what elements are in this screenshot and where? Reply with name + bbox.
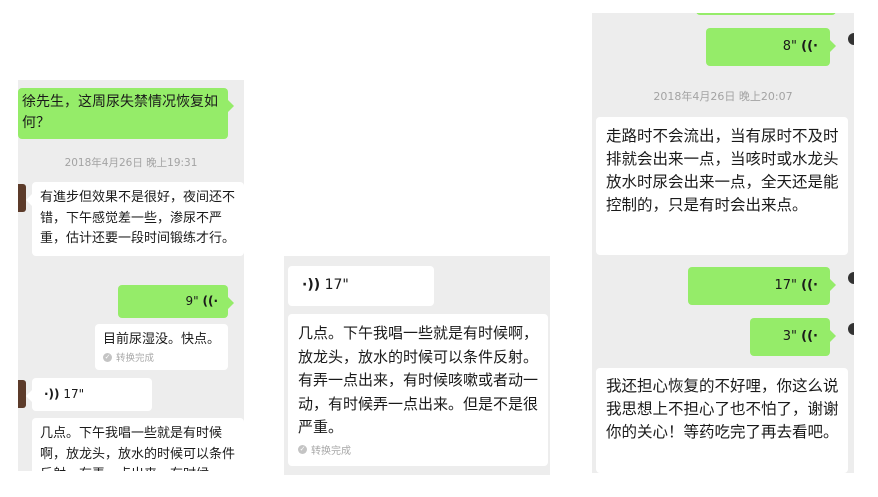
transcript-text: 目前尿湿没。快点。 — [103, 332, 221, 347]
transcript-text: 几点。下午我唱一些就是有时候啊，放龙头，放水的时候可以条件反射。有弄一点出来，有… — [40, 426, 236, 471]
voice-wave-icon: ·)) — [302, 277, 321, 293]
convert-done-label: 转换完成 — [311, 445, 351, 457]
sent-message-question[interactable]: 徐先生，这周尿失禁情况恢复如何？ — [18, 88, 234, 139]
received-message-reply[interactable]: 走路时不会流出，当有尿时不及时排就会出来一点，当咳时或水龙头放水时尿会出来一点，… — [596, 117, 848, 255]
voice-duration: 17" — [324, 277, 349, 293]
message-text: 我还担心恢复的不好哩，你这么说我思想上不担心了也不怕了，谢谢你的关心！等药吃完了… — [606, 377, 839, 441]
voice-message-sent[interactable]: 8" ((· — [706, 28, 836, 66]
timestamp: 2018年4月26日 晚上20:07 — [653, 90, 793, 103]
voice-wave-icon: ((· — [801, 39, 818, 54]
voice-wave-icon: ((· — [202, 294, 218, 308]
received-message-reply[interactable]: 我还担心恢复的不好哩，你这么说我思想上不担心了也不怕了，谢谢你的关心！等药吃完了… — [596, 368, 848, 473]
voice-duration: 9" — [185, 294, 199, 308]
chat-panel-3: 8" ((· 2018年4月26日 晚上20:07 走路时不会流出，当有尿时不及… — [592, 13, 854, 473]
avatar[interactable] — [848, 323, 854, 335]
avatar[interactable] — [848, 272, 854, 284]
voice-wave-icon: ((· — [801, 278, 818, 293]
voice-transcript-sent[interactable]: 目前尿湿没。快点。 ✓ 转换完成 — [95, 324, 228, 370]
message-text: 走路时不会流出，当有尿时不及时排就会出来一点，当咳时或水龙头放水时尿会出来一点，… — [606, 127, 839, 214]
voice-message-received[interactable]: ·)) 17" — [26, 378, 152, 411]
voice-duration: 8" — [782, 39, 798, 54]
voice-message-sent[interactable] — [696, 13, 836, 15]
avatar[interactable] — [848, 33, 854, 45]
voice-wave-icon: ·)) — [44, 387, 60, 401]
avatar[interactable] — [18, 380, 26, 408]
voice-duration: 17" — [774, 278, 798, 293]
check-circle-icon: ✓ — [298, 444, 307, 454]
voice-message-sent[interactable]: 17" ((· — [688, 267, 836, 305]
chat-panel-2: ·)) 17" 几点。下午我唱一些就是有时候啊，放龙头，放水的时候可以条件反射。… — [284, 256, 550, 475]
voice-message-sent[interactable]: 9" ((· — [118, 285, 234, 318]
timestamp: 2018年4月26日 晚上19:31 — [64, 157, 198, 169]
voice-transcript-received[interactable]: 几点。下午我唱一些就是有时候啊，放龙头，放水的时候可以条件反射。有弄一点出来，有… — [288, 314, 548, 466]
message-text: 有進步但效果不是很好，夜间还不错，下午感觉差一些，渗尿不严重，估计还要一段时间锻… — [40, 190, 236, 246]
message-text: 徐先生，这周尿失禁情况恢复如何？ — [22, 94, 218, 131]
voice-duration: 3" — [782, 329, 798, 344]
convert-done-label: 转换完成 — [116, 353, 155, 364]
voice-wave-icon: ((· — [801, 329, 818, 344]
avatar[interactable] — [18, 184, 26, 212]
transcript-text: 几点。下午我唱一些就是有时候啊，放龙头，放水的时候可以条件反射。有弄一点出来，有… — [298, 324, 539, 436]
received-message-reply[interactable]: 有進步但效果不是很好，夜间还不错，下午感觉差一些，渗尿不严重，估计还要一段时间锻… — [26, 182, 244, 256]
check-circle-icon: ✓ — [103, 352, 112, 362]
voice-message-received[interactable]: ·)) 17" — [288, 266, 434, 306]
voice-message-sent[interactable]: 3" ((· — [750, 318, 836, 356]
chat-panel-1: 徐先生，这周尿失禁情况恢复如何？ 2018年4月26日 晚上19:31 有進步但… — [18, 80, 244, 471]
voice-duration: 17" — [63, 387, 85, 401]
voice-transcript-received[interactable]: 几点。下午我唱一些就是有时候啊，放龙头，放水的时候可以条件反射。有弄一点出来，有… — [32, 418, 244, 471]
